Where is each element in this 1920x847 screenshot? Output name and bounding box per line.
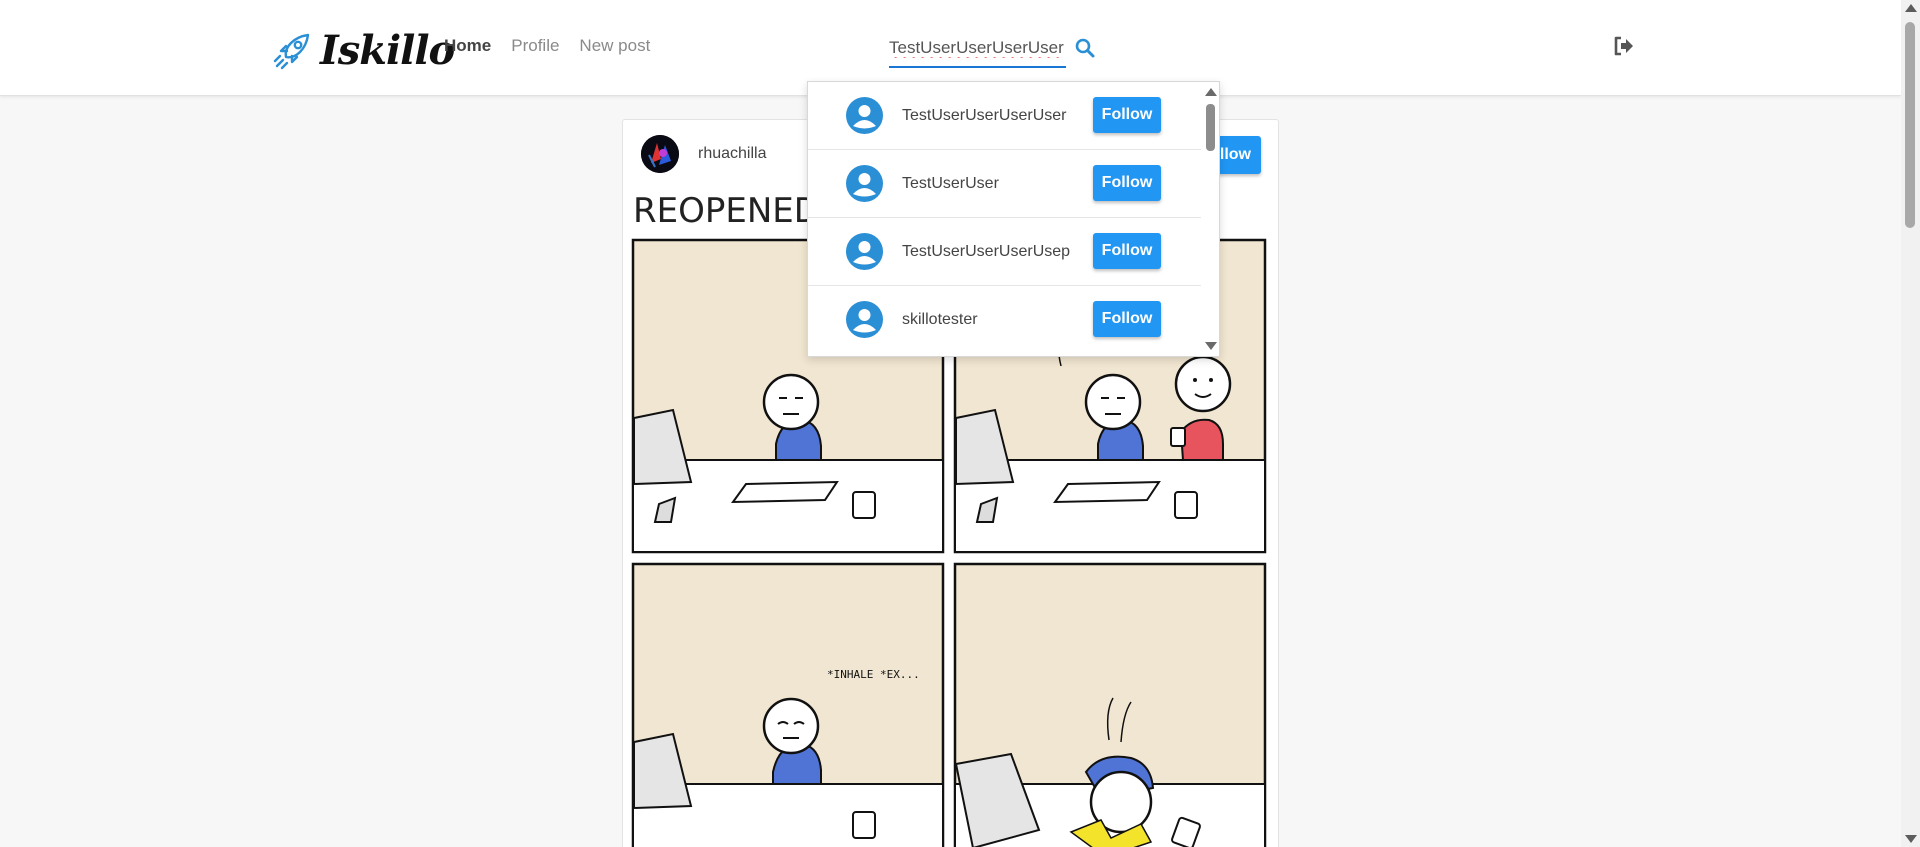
main-nav: Home Profile New post (444, 36, 650, 56)
search-field (889, 34, 1066, 68)
avatar-image (641, 135, 679, 173)
search-result-item[interactable]: TestUserUserUserUsep Follow (808, 218, 1201, 286)
brand-name: Iskillo (320, 26, 455, 74)
scroll-down-arrow-icon[interactable] (1205, 342, 1217, 350)
search-results-dropdown: TestUserUserUserUser Follow TestUserUser… (807, 81, 1220, 357)
search-results-list: TestUserUserUserUser Follow TestUserUser… (808, 82, 1201, 354)
post-author-username[interactable]: rhuachilla (698, 145, 766, 163)
follow-button[interactable]: Follow (1093, 301, 1161, 337)
comic-panel-4 (953, 562, 1267, 847)
search-result-item[interactable]: TestUserUser Follow (808, 150, 1201, 218)
search-input[interactable] (889, 34, 1066, 64)
search-result-username[interactable]: skillotester (902, 311, 978, 329)
scroll-up-arrow-icon[interactable] (1205, 88, 1217, 96)
comic-title: REOPENED (633, 192, 820, 231)
comic-caption: *INHALE *EX... (827, 668, 920, 681)
scroll-up-arrow-icon[interactable] (1905, 4, 1917, 12)
dropdown-scrollbar[interactable] (1201, 82, 1219, 356)
search-result-item[interactable]: TestUserUserUserUser Follow (808, 82, 1201, 150)
user-avatar-icon[interactable] (846, 165, 883, 202)
user-avatar-icon[interactable] (846, 97, 883, 134)
scrollbar-thumb[interactable] (1905, 22, 1915, 228)
nav-home-link[interactable]: Home (444, 36, 491, 56)
user-avatar-icon[interactable] (846, 233, 883, 270)
search-icon[interactable] (1074, 37, 1096, 59)
nav-profile-link[interactable]: Profile (511, 36, 559, 56)
scroll-down-arrow-icon[interactable] (1905, 835, 1917, 843)
search-result-username[interactable]: TestUserUser (902, 175, 999, 193)
user-avatar-icon[interactable] (846, 301, 883, 338)
nav-new-post-link[interactable]: New post (579, 36, 650, 56)
search-result-username[interactable]: TestUserUserUserUsep (902, 243, 1070, 261)
comic-panel-3: *INHALE *EX... (631, 562, 945, 847)
brand-logo[interactable]: Iskillo (272, 26, 455, 74)
follow-button[interactable]: Follow (1093, 233, 1161, 269)
follow-button[interactable]: Follow (1093, 97, 1161, 133)
follow-button[interactable]: Follow (1093, 165, 1161, 201)
dropdown-scrollbar-thumb[interactable] (1206, 104, 1215, 151)
rocket-icon (273, 33, 310, 70)
search-result-item[interactable]: skillotester Follow (808, 286, 1201, 354)
page-scrollbar[interactable] (1901, 0, 1920, 847)
search-result-username[interactable]: TestUserUserUserUser (902, 107, 1066, 125)
post-author-avatar[interactable] (641, 135, 679, 173)
sign-out-icon[interactable] (1612, 34, 1636, 58)
